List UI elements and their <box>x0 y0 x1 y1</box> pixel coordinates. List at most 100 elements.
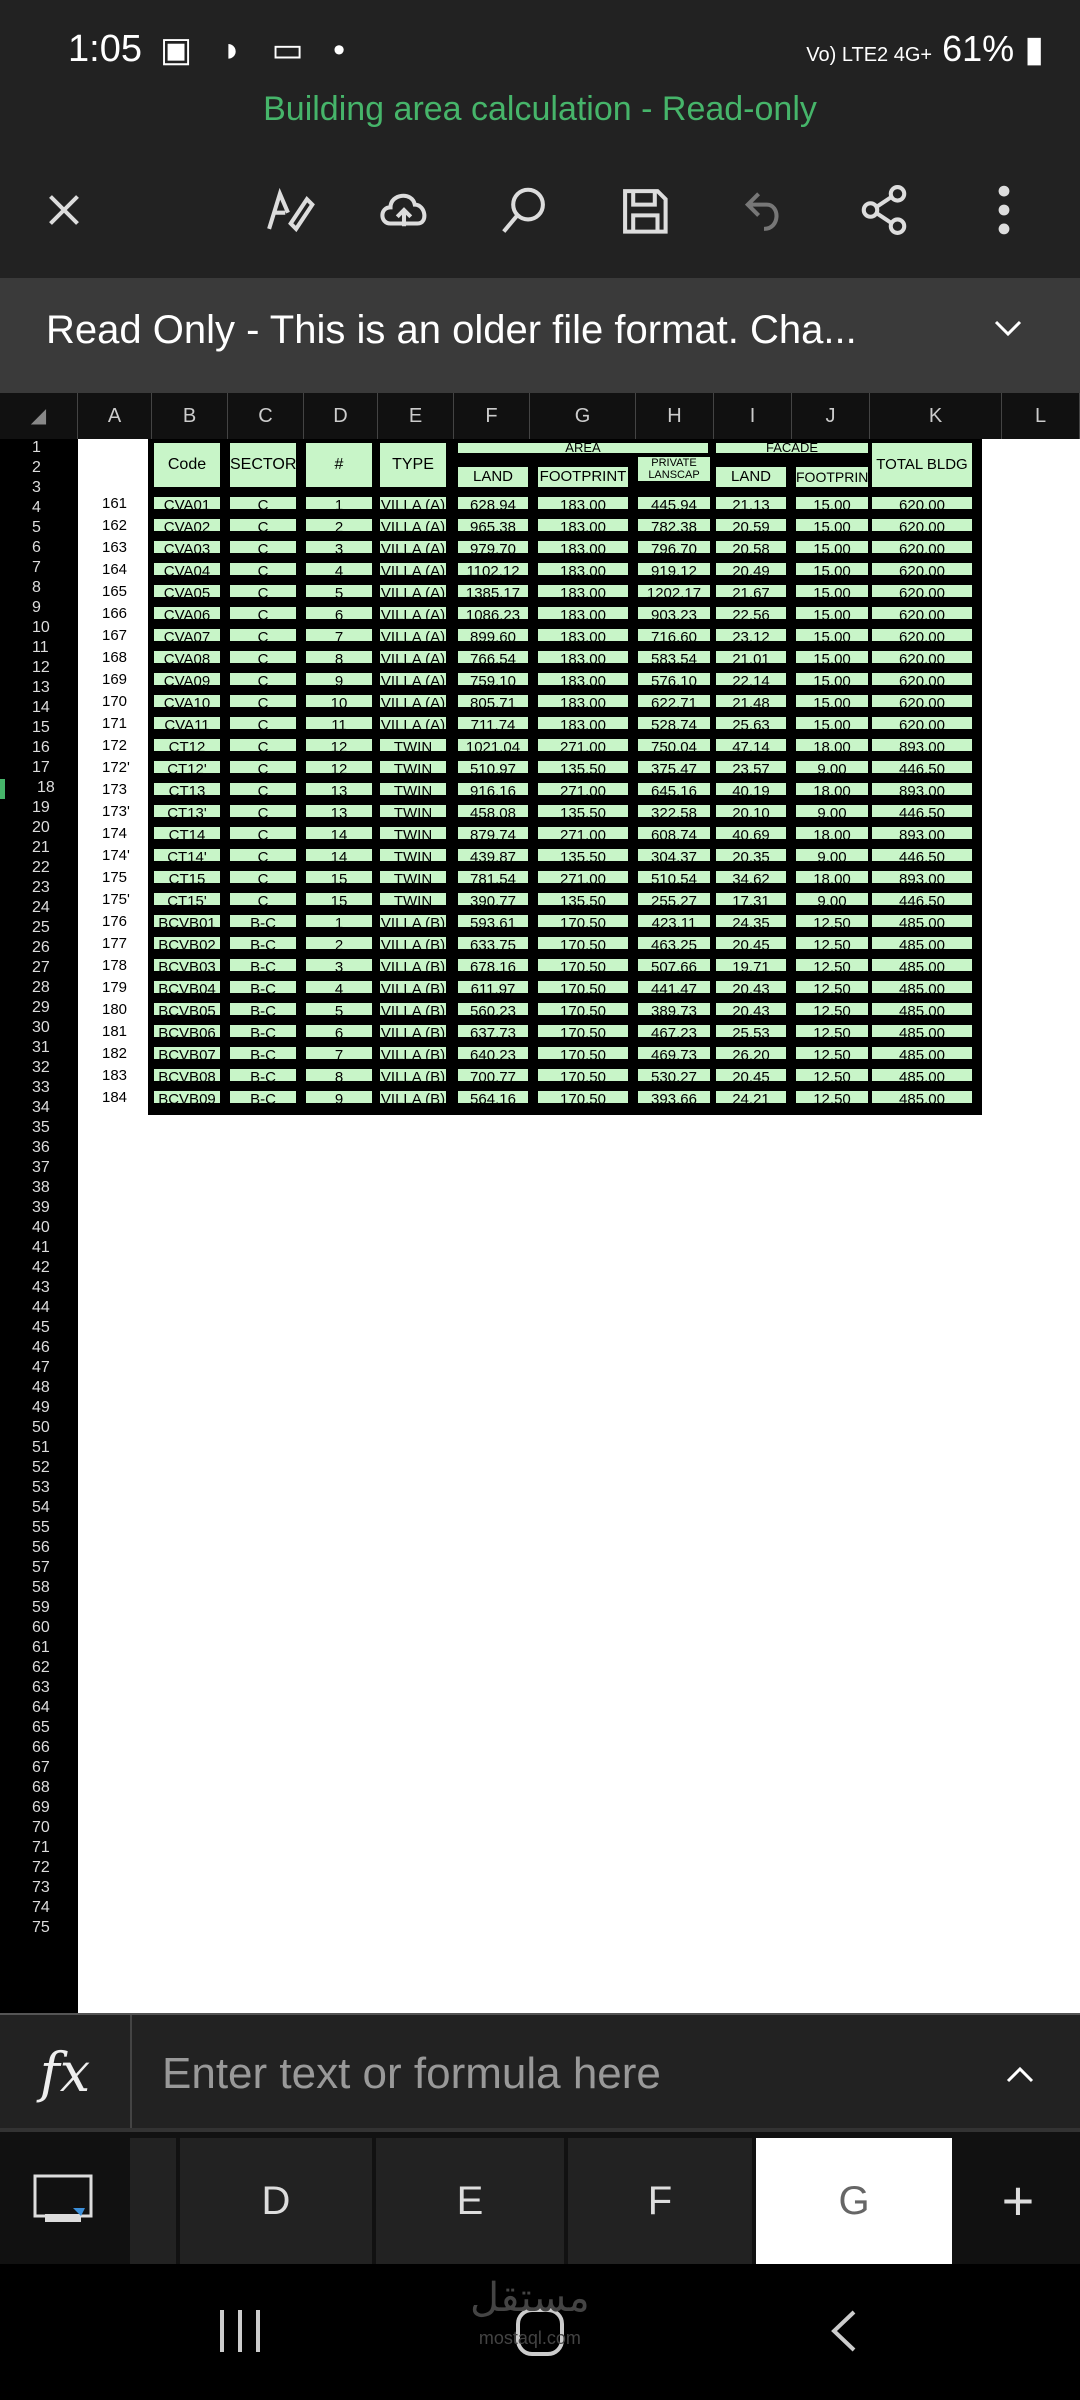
table-cell[interactable]: 979.70 <box>458 541 528 553</box>
table-cell[interactable]: 20.49 <box>716 563 786 575</box>
table-cell[interactable]: CVA08 <box>154 651 220 663</box>
table-cell[interactable]: B-C <box>230 1047 296 1059</box>
table-cell[interactable]: CT13 <box>154 783 220 795</box>
table-cell[interactable]: 183.00 <box>538 717 628 729</box>
read-only-banner[interactable]: Read Only - This is an older file format… <box>0 278 1080 393</box>
edit-button[interactable] <box>258 180 318 240</box>
table-cell[interactable]: C <box>230 541 296 553</box>
table-cell[interactable]: 183.00 <box>538 695 628 707</box>
search-button[interactable] <box>494 180 554 240</box>
table-cell[interactable]: 6 <box>306 607 372 619</box>
table-cell[interactable]: 485.00 <box>872 1003 972 1015</box>
table-cell[interactable]: 15.00 <box>796 541 868 553</box>
row-header[interactable]: 48 <box>0 1379 78 1399</box>
row-header[interactable]: 61 <box>0 1639 78 1659</box>
table-cell[interactable]: VILLA (A) <box>380 651 446 663</box>
table-cell[interactable]: VILLA (B) <box>380 1003 446 1015</box>
table-cell[interactable]: CT12 <box>154 739 220 751</box>
table-cell[interactable]: 15.00 <box>796 717 868 729</box>
table-cell[interactable]: 423.11 <box>638 915 710 927</box>
table-cell[interactable]: 25.53 <box>716 1025 786 1037</box>
undo-button[interactable] <box>734 180 794 240</box>
table-cell[interactable]: 15.00 <box>796 607 868 619</box>
table-cell[interactable]: B-C <box>230 1069 296 1081</box>
table-cell[interactable]: CVA09 <box>154 673 220 685</box>
table-cell[interactable]: TWIN <box>380 783 446 795</box>
table-cell[interactable]: 9 <box>306 673 372 685</box>
table-cell[interactable]: 9.00 <box>796 761 868 773</box>
column-header-l[interactable]: L <box>1002 393 1080 439</box>
column-header-h[interactable]: H <box>636 393 714 439</box>
row-header[interactable]: 59 <box>0 1599 78 1619</box>
row-header[interactable]: 3 <box>0 479 78 499</box>
table-cell[interactable]: 40.19 <box>716 783 786 795</box>
table-cell[interactable]: VILLA (A) <box>380 497 446 509</box>
table-cell[interactable]: C <box>230 629 296 641</box>
table-cell[interactable]: 620.00 <box>872 607 972 619</box>
table-cell[interactable]: 608.74 <box>638 827 710 839</box>
table-cell[interactable]: 893.00 <box>872 871 972 883</box>
table-cell[interactable]: BCVB06 <box>154 1025 220 1037</box>
table-cell[interactable]: 9.00 <box>796 893 868 905</box>
row-header[interactable]: 44 <box>0 1299 78 1319</box>
table-cell[interactable]: BCVB04 <box>154 981 220 993</box>
table-cell[interactable]: 12.50 <box>796 915 868 927</box>
table-cell[interactable]: 6 <box>306 1025 372 1037</box>
table-cell[interactable]: 620.00 <box>872 563 972 575</box>
table-cell[interactable]: 21.67 <box>716 585 786 597</box>
table-cell[interactable]: C <box>230 695 296 707</box>
table-cell[interactable]: 620.00 <box>872 541 972 553</box>
table-cell[interactable]: 19.71 <box>716 959 786 971</box>
table-cell[interactable]: 620.00 <box>872 629 972 641</box>
table-cell[interactable]: 485.00 <box>872 915 972 927</box>
table-cell[interactable]: 12.50 <box>796 981 868 993</box>
row-header[interactable]: 34 <box>0 1099 78 1119</box>
row-header[interactable]: 21 <box>0 839 78 859</box>
table-cell[interactable]: C <box>230 673 296 685</box>
row-header[interactable]: 1 <box>0 439 78 459</box>
table-cell[interactable]: CVA07 <box>154 629 220 641</box>
table-cell[interactable]: VILLA (A) <box>380 607 446 619</box>
table-cell[interactable]: 170.50 <box>538 1003 628 1015</box>
table-cell[interactable]: 12.50 <box>796 1069 868 1081</box>
table-cell[interactable]: 640.23 <box>458 1047 528 1059</box>
table-cell[interactable]: 893.00 <box>872 827 972 839</box>
row-header[interactable]: 22 <box>0 859 78 879</box>
row-header[interactable]: 73 <box>0 1879 78 1899</box>
table-cell[interactable]: 271.00 <box>538 827 628 839</box>
chevron-down-icon[interactable] <box>988 308 1028 348</box>
row-header[interactable]: 45 <box>0 1319 78 1339</box>
row-header[interactable]: 70 <box>0 1819 78 1839</box>
table-cell[interactable]: 170.50 <box>538 1069 628 1081</box>
table-cell[interactable]: 20.43 <box>716 981 786 993</box>
row-header[interactable]: 27 <box>0 959 78 979</box>
table-cell[interactable]: 12.50 <box>796 959 868 971</box>
row-header[interactable]: 10 <box>0 619 78 639</box>
table-cell[interactable]: CVA01 <box>154 497 220 509</box>
table-cell[interactable]: 759.10 <box>458 673 528 685</box>
table-cell[interactable]: 446.50 <box>872 849 972 861</box>
tab-partial[interactable] <box>130 2138 176 2264</box>
table-cell[interactable]: 390.77 <box>458 893 528 905</box>
table-cell[interactable]: 782.38 <box>638 519 710 531</box>
table-cell[interactable]: C <box>230 497 296 509</box>
row-header[interactable]: 35 <box>0 1119 78 1139</box>
table-cell[interactable]: BCVB03 <box>154 959 220 971</box>
header-footprint[interactable]: FOOTPRINT <box>538 467 628 487</box>
table-cell[interactable]: 304.37 <box>638 849 710 861</box>
header-facade-land[interactable]: LAND <box>716 467 786 487</box>
row-header[interactable]: 39 <box>0 1199 78 1219</box>
table-cell[interactable]: VILLA (A) <box>380 717 446 729</box>
table-cell[interactable]: B-C <box>230 915 296 927</box>
column-header-i[interactable]: I <box>714 393 792 439</box>
table-cell[interactable]: 11 <box>306 717 372 729</box>
table-cell[interactable]: 916.16 <box>458 783 528 795</box>
row-header[interactable]: 8 <box>0 579 78 599</box>
table-cell[interactable]: 766.54 <box>458 651 528 663</box>
table-cell[interactable]: B-C <box>230 937 296 949</box>
row-header[interactable]: 47 <box>0 1359 78 1379</box>
row-header[interactable]: 24 <box>0 899 78 919</box>
row-header[interactable]: 5 <box>0 519 78 539</box>
table-cell[interactable]: 637.73 <box>458 1025 528 1037</box>
header-sector[interactable]: SECTOR <box>230 443 296 487</box>
